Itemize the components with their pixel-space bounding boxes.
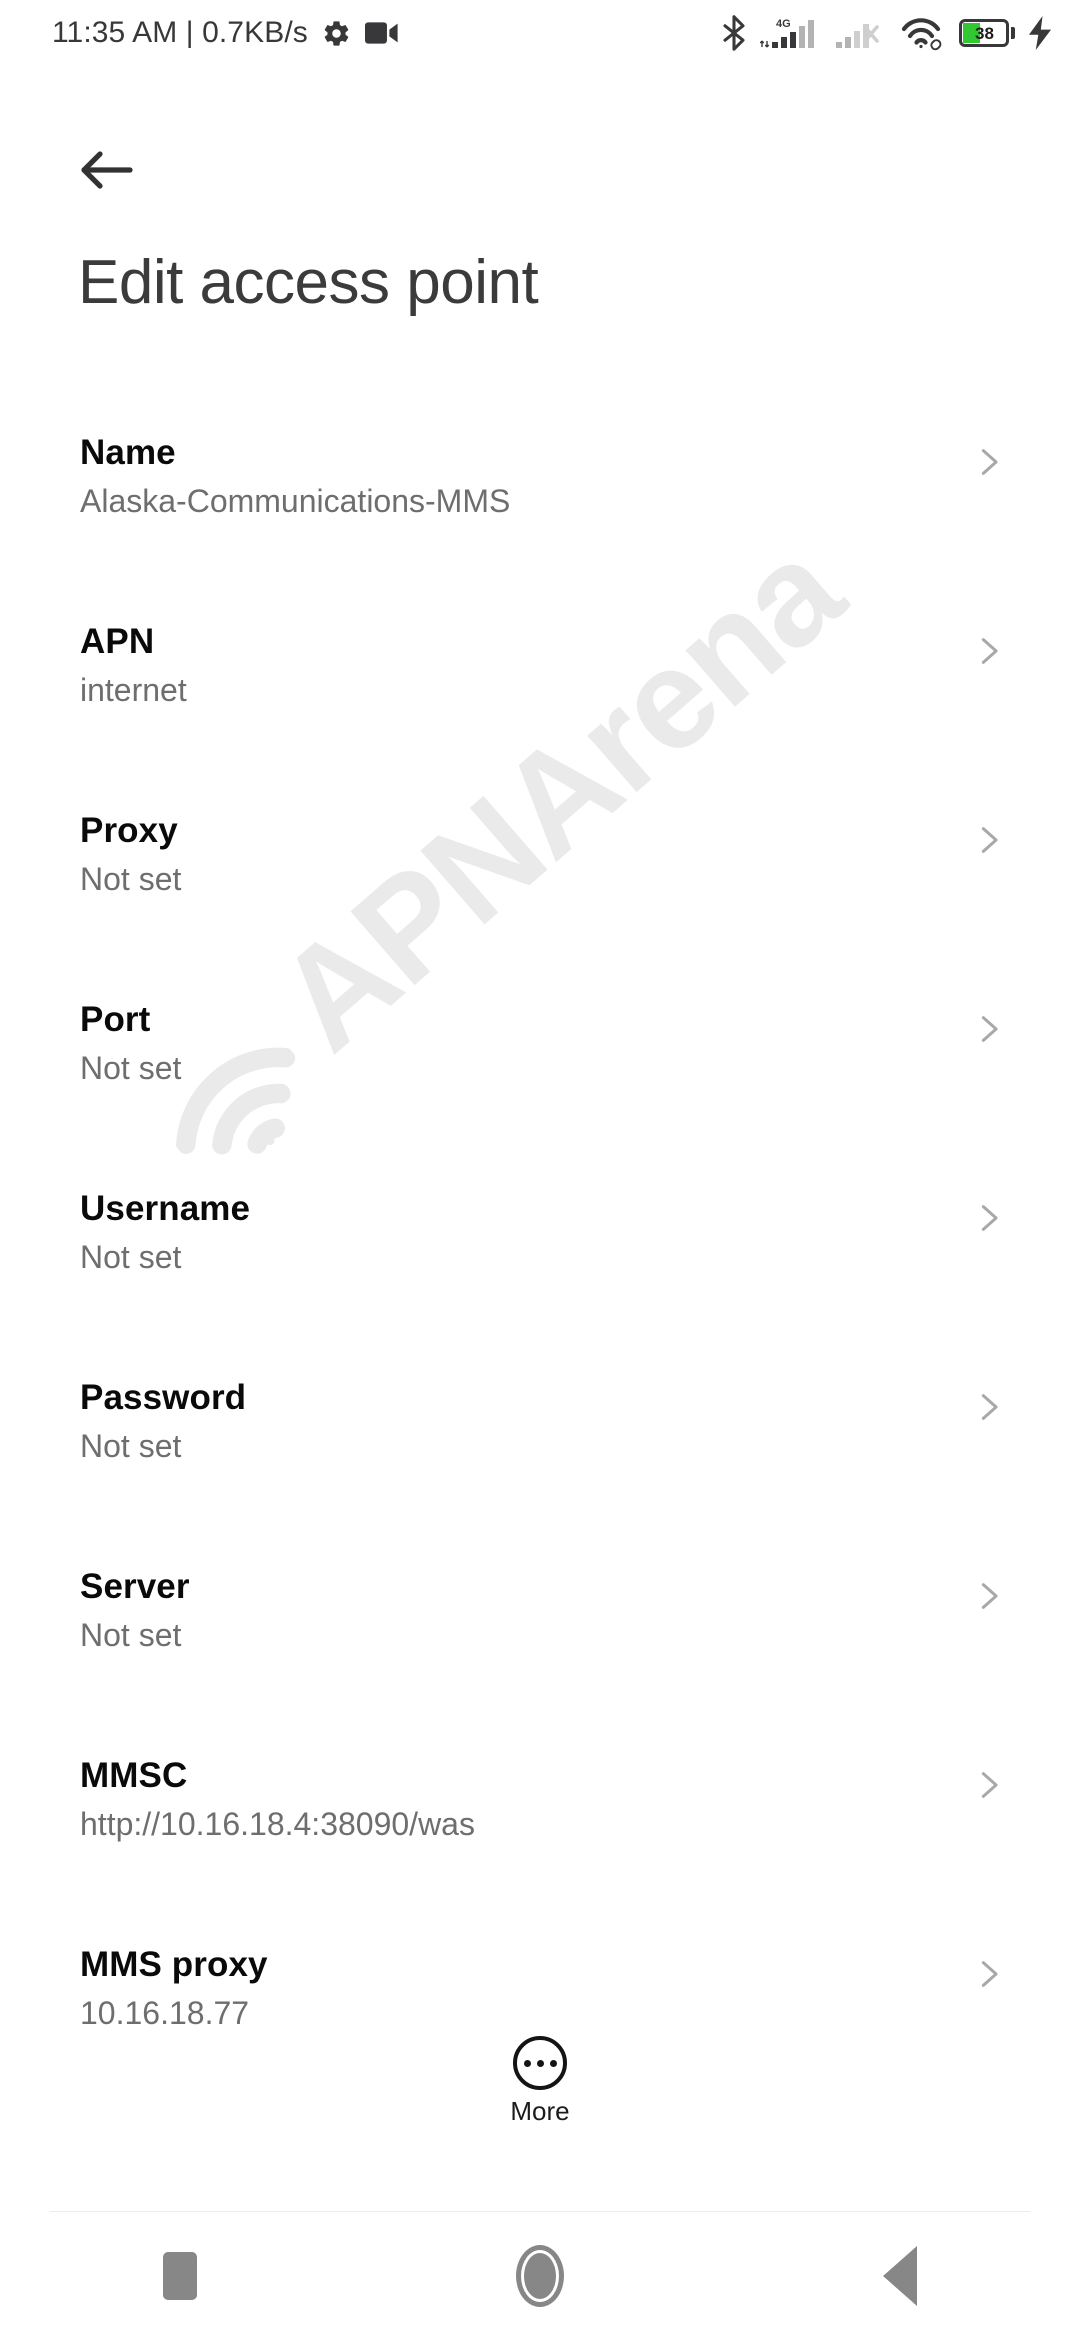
field-value: Not set bbox=[80, 861, 182, 897]
field-value: http://10.16.18.4:38090/was bbox=[80, 1806, 475, 1842]
field-label: Server bbox=[80, 1567, 190, 1606]
chevron-right-icon bbox=[981, 1583, 998, 1609]
chevron-right-icon bbox=[981, 1016, 998, 1042]
status-bar-right: 4G 38 bbox=[721, 15, 1052, 51]
field-label: Name bbox=[80, 433, 176, 472]
list-item-port[interactable]: Port Not set bbox=[0, 983, 1080, 1172]
chevron-right-icon bbox=[981, 1772, 998, 1798]
status-bar-left: 11:35 AM | 0.7KB/s bbox=[52, 16, 399, 50]
list-item-apn[interactable]: APN internet bbox=[0, 605, 1080, 794]
field-label: Password bbox=[80, 1378, 247, 1417]
home-button[interactable] bbox=[360, 2212, 720, 2340]
triangle-left-icon bbox=[883, 2246, 917, 2306]
sim1-4g-signal-icon: 4G bbox=[760, 18, 814, 48]
battery-percent-label: 38 bbox=[975, 23, 994, 43]
back-arrow-button[interactable] bbox=[60, 124, 152, 216]
page-title: Edit access point bbox=[78, 248, 539, 317]
field-label: Port bbox=[80, 1000, 151, 1039]
status-bar: 11:35 AM | 0.7KB/s 4G 38 bbox=[0, 0, 1080, 66]
wifi-icon bbox=[901, 18, 942, 51]
field-value: Alaska-Communications-MMS bbox=[80, 483, 511, 519]
system-navigation-bar bbox=[0, 2212, 1080, 2340]
field-value: Not set bbox=[80, 1239, 182, 1275]
chevron-right-icon bbox=[981, 638, 998, 664]
chevron-right-icon bbox=[981, 827, 998, 853]
field-value: internet bbox=[80, 672, 187, 708]
charging-bolt-icon bbox=[1028, 16, 1052, 50]
square-icon bbox=[163, 2252, 197, 2300]
list-item-proxy[interactable]: Proxy Not set bbox=[0, 794, 1080, 983]
field-label: APN bbox=[80, 622, 155, 661]
field-label: MMS proxy bbox=[80, 1945, 268, 1984]
battery-icon: 38 bbox=[959, 18, 1015, 48]
field-value: Not set bbox=[80, 1617, 182, 1653]
field-value: Not set bbox=[80, 1428, 182, 1464]
list-item-password[interactable]: Password Not set bbox=[0, 1361, 1080, 1550]
overflow-dots-circle-icon bbox=[513, 2036, 567, 2090]
bluetooth-icon bbox=[723, 15, 745, 51]
chevron-right-icon bbox=[981, 449, 998, 475]
list-item-server[interactable]: Server Not set bbox=[0, 1550, 1080, 1739]
more-button[interactable]: More bbox=[0, 2036, 1080, 2124]
recents-button[interactable] bbox=[0, 2212, 360, 2340]
field-value: Not set bbox=[80, 1050, 182, 1086]
chevron-right-icon bbox=[981, 1961, 998, 1987]
sim2-signal-off-icon bbox=[836, 24, 879, 48]
list-item-username[interactable]: Username Not set bbox=[0, 1172, 1080, 1361]
svg-text:4G: 4G bbox=[776, 18, 791, 30]
field-label: MMSC bbox=[80, 1756, 188, 1795]
field-label: Proxy bbox=[80, 811, 178, 850]
field-label: Username bbox=[80, 1189, 251, 1228]
list-item-mmsc[interactable]: MMSC http://10.16.18.4:38090/was bbox=[0, 1739, 1080, 1928]
gear-icon bbox=[324, 20, 349, 46]
list-item-name[interactable]: Name Alaska-Communications-MMS bbox=[0, 416, 1080, 605]
field-value: 10.16.18.77 bbox=[80, 1995, 250, 2031]
status-clock: 11:35 AM | 0.7KB/s bbox=[52, 16, 308, 49]
back-button[interactable] bbox=[720, 2212, 1080, 2340]
access-point-fields-list: Name Alaska-Communications-MMS APN inter… bbox=[0, 416, 1080, 2117]
chevron-right-icon bbox=[981, 1205, 998, 1231]
more-button-label: More bbox=[510, 2096, 570, 2126]
chevron-right-icon bbox=[981, 1394, 998, 1420]
back-arrow-icon bbox=[81, 151, 133, 189]
video-camera-icon bbox=[364, 22, 398, 44]
circle-icon bbox=[516, 2245, 564, 2307]
